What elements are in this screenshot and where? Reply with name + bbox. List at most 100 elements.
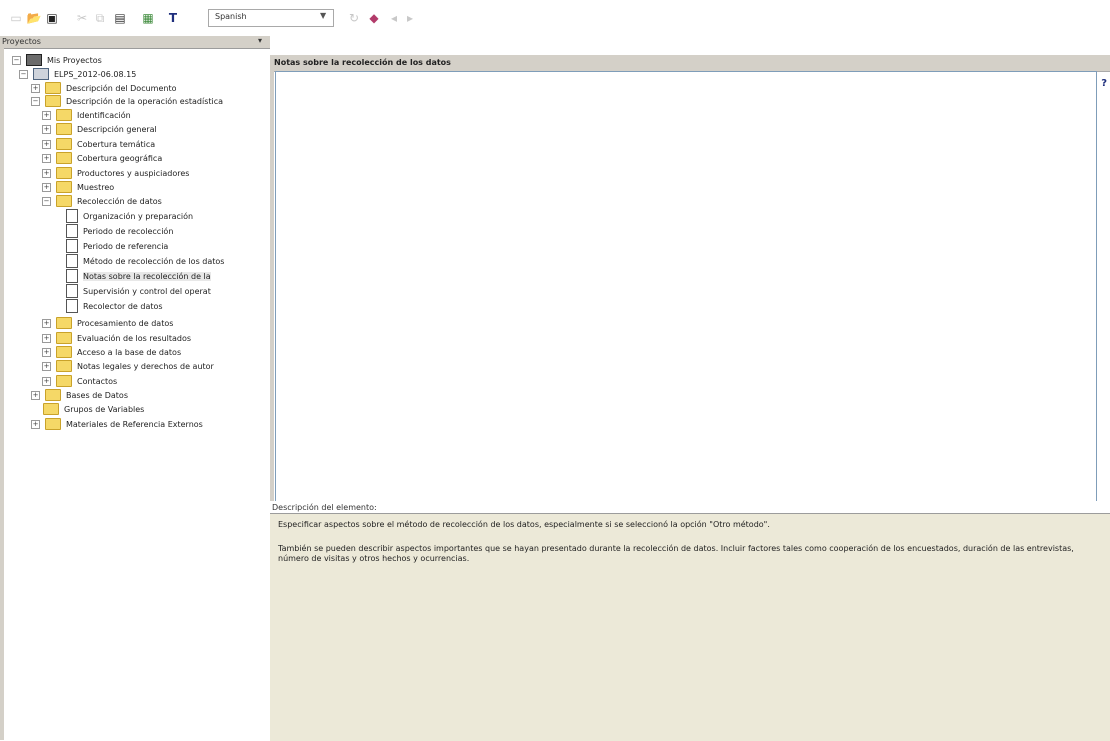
folder-icon: [56, 346, 72, 358]
folder-icon: [56, 152, 72, 164]
text-icon[interactable]: T: [165, 10, 181, 26]
expand-icon[interactable]: +: [42, 124, 51, 134]
tree-leaf-periodo-recoleccion[interactable]: Periodo de recolección: [66, 224, 173, 238]
tree-label: Acceso a la base de datos: [77, 347, 182, 357]
tree-leaf-periodo-referencia[interactable]: Periodo de referencia: [66, 239, 168, 253]
expand-icon[interactable]: +: [42, 110, 51, 120]
description-body: Especificar aspectos sobre el método de …: [270, 513, 1110, 741]
folder-icon: [56, 375, 72, 387]
folder-icon: [56, 360, 72, 372]
folder-icon: [56, 317, 72, 329]
expand-icon[interactable]: +: [42, 139, 51, 149]
tree-node-identificacion[interactable]: + Identificación: [42, 108, 131, 122]
expand-icon[interactable]: +: [31, 83, 40, 93]
expand-icon[interactable]: +: [42, 318, 51, 328]
page-title: Notas sobre la recolección de los datos: [274, 58, 451, 67]
template-icon[interactable]: ▦: [140, 10, 156, 26]
document-icon: [66, 224, 78, 238]
tree-node-procesamiento[interactable]: + Procesamiento de datos: [42, 316, 173, 330]
expand-icon[interactable]: +: [42, 361, 51, 371]
expand-icon[interactable]: +: [42, 182, 51, 192]
expand-icon[interactable]: +: [42, 168, 51, 178]
study-icon: [33, 68, 49, 80]
paste-icon[interactable]: ▤: [112, 10, 128, 26]
tree-node-mis-proyectos[interactable]: − Mis Proyectos: [12, 53, 102, 67]
expand-icon[interactable]: +: [31, 419, 40, 429]
folder-icon: [45, 389, 61, 401]
tree-node-muestreo[interactable]: + Muestreo: [42, 180, 114, 194]
tree-leaf-recolector[interactable]: Recolector de datos: [66, 299, 163, 313]
document-icon: [66, 254, 78, 268]
language-select[interactable]: Spanish ▼: [208, 9, 334, 27]
tree-label: Productores y auspiciadores: [77, 168, 190, 178]
folder-icon: [56, 167, 72, 179]
description-text: Especificar aspectos sobre el método de …: [278, 520, 770, 529]
back-arrow-icon[interactable]: ◂: [386, 10, 402, 26]
tree-label: Cobertura temática: [77, 139, 156, 149]
tree-node-contactos[interactable]: + Contactos: [42, 374, 117, 388]
tree-label: Notas sobre la recolección de la: [83, 271, 211, 281]
tree-label: Supervisión y control del operat: [83, 286, 211, 296]
collapse-icon[interactable]: −: [19, 69, 28, 79]
tree-node-descripcion-general[interactable]: + Descripción general: [42, 122, 157, 136]
project-tree: − Mis Proyectos − ELPS_2012-06.08.15 + D…: [0, 36, 270, 740]
save-icon[interactable]: ▣: [44, 10, 60, 26]
open-folder-icon[interactable]: 📂: [26, 10, 42, 26]
expand-icon[interactable]: +: [42, 376, 51, 386]
tree-node-cobertura-tematica[interactable]: + Cobertura temática: [42, 137, 155, 151]
language-select-value: Spanish: [215, 12, 247, 21]
collapse-icon[interactable]: −: [42, 196, 51, 206]
tree-node-bases-de-datos[interactable]: + Bases de Datos: [31, 388, 128, 402]
help-icon[interactable]: ?: [1101, 78, 1107, 89]
tree-leaf-supervision[interactable]: Supervisión y control del operat: [66, 284, 263, 298]
expand-icon[interactable]: +: [31, 390, 40, 400]
copy-icon[interactable]: ⧉: [92, 10, 108, 26]
tree-label: Periodo de referencia: [83, 241, 169, 251]
tree-label: Muestreo: [77, 182, 115, 192]
tree-leaf-organizacion[interactable]: Organización y preparación: [66, 209, 193, 223]
tree-leaf-metodo-recoleccion[interactable]: Método de recolección de los datos: [66, 254, 263, 268]
tree-label: Recolección de datos: [77, 196, 162, 206]
forward-arrow-icon[interactable]: ▸: [402, 10, 418, 26]
tree-label: Evaluación de los resultados: [77, 333, 192, 343]
description-text: número de visitas y otros hechos y ocurr…: [278, 554, 470, 563]
folder-icon: [56, 181, 72, 193]
cut-icon[interactable]: ✂: [74, 10, 90, 26]
new-document-icon[interactable]: ▭: [8, 10, 24, 26]
main-header: Notas sobre la recolección de los datos: [270, 55, 1110, 72]
tree-label: Bases de Datos: [66, 390, 128, 400]
tree-node-document-description[interactable]: + Descripción del Documento: [31, 81, 176, 95]
tree-label: Organización y preparación: [83, 211, 194, 221]
folder-icon: [56, 138, 72, 150]
tree-label: Descripción de la operación estadística: [66, 96, 224, 106]
refresh-icon[interactable]: ↻: [346, 10, 362, 26]
tree-node-evaluacion[interactable]: + Evaluación de los resultados: [42, 331, 191, 345]
tree-label: Notas legales y derechos de autor: [77, 361, 214, 371]
tree-node-acceso[interactable]: + Acceso a la base de datos: [42, 345, 181, 359]
expand-icon[interactable]: +: [42, 347, 51, 357]
expand-icon[interactable]: +: [42, 333, 51, 343]
folder-icon: [56, 332, 72, 344]
tree-node-materiales[interactable]: + Materiales de Referencia Externos: [31, 417, 203, 431]
tree-node-cobertura-geografica[interactable]: + Cobertura geográfica: [42, 151, 162, 165]
tree-node-notas-legales[interactable]: + Notas legales y derechos de autor: [42, 359, 214, 373]
tree-node-recoleccion-de-datos[interactable]: − Recolección de datos: [42, 194, 162, 208]
tree-leaf-notas-recoleccion[interactable]: Notas sobre la recolección de la: [66, 269, 263, 283]
tree-node-productores[interactable]: + Productores y auspiciadores: [42, 166, 189, 180]
document-icon: [66, 239, 78, 253]
tree-label: Descripción del Documento: [66, 83, 177, 93]
collapse-icon[interactable]: −: [12, 55, 21, 65]
tree-node-grupos-variables[interactable]: Grupos de Variables: [43, 402, 144, 416]
expand-icon[interactable]: +: [42, 153, 51, 163]
tree-node-statistical-operation[interactable]: − Descripción de la operación estadístic…: [31, 94, 223, 108]
collapse-icon[interactable]: −: [31, 96, 40, 106]
folder-icon: [56, 195, 72, 207]
tree-label: Método de recolección de los datos: [83, 256, 225, 266]
document-icon: [66, 269, 78, 283]
bookmark-icon[interactable]: ◆: [366, 10, 382, 26]
chevron-down-icon[interactable]: ▼: [320, 11, 326, 20]
main-content: Notas sobre la recolección de los datos …: [270, 50, 1110, 741]
tree-node-study[interactable]: − ELPS_2012-06.08.15: [19, 67, 136, 81]
description-text: También se pueden describir aspectos imp…: [278, 544, 1074, 553]
notes-editor[interactable]: [275, 71, 1097, 502]
